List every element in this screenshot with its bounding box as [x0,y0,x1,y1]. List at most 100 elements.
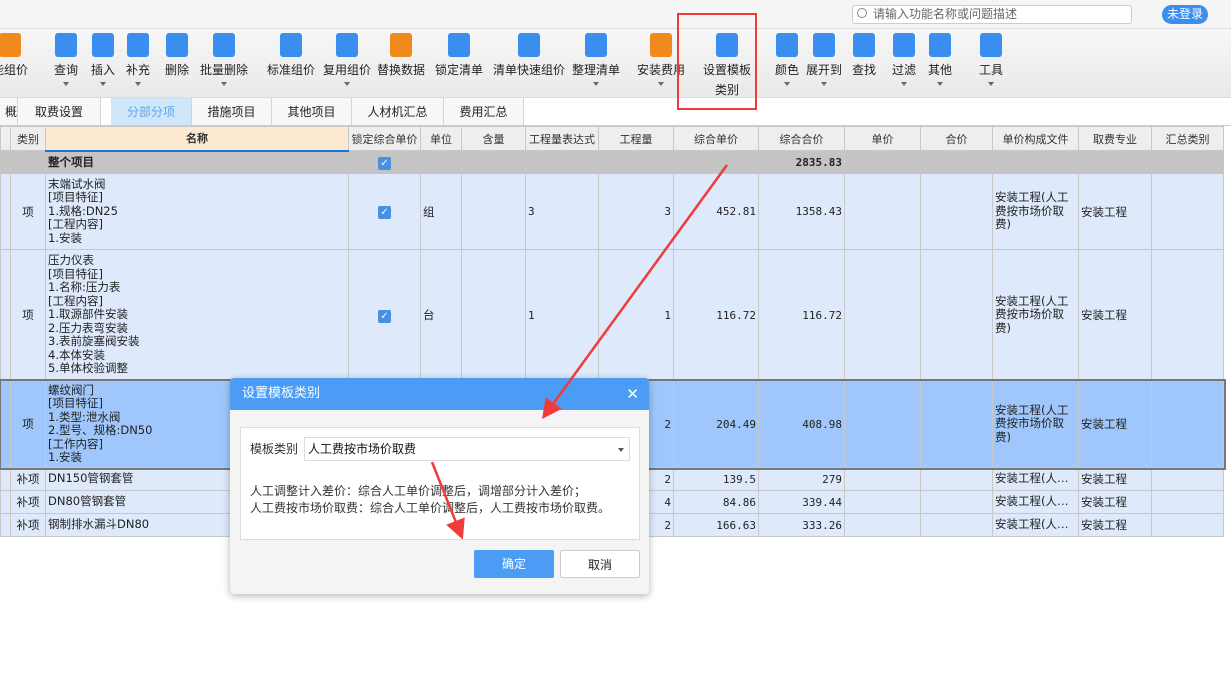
column-header[interactable]: 名称 [45,126,349,152]
lock-cell[interactable]: ✓ [348,173,421,250]
row-handle[interactable] [0,380,11,468]
summary-category-cell[interactable] [1151,173,1224,250]
dialog-description: 人工调整计入差价：综合人工单价调整后，调增部分计入差价； 人工费按市场价取费：综… [250,483,610,517]
summary-category-cell[interactable] [1151,380,1224,468]
toolbar-label: 补充 [125,63,151,77]
tab-2[interactable]: 分部分项 [111,98,192,125]
toolbar-button[interactable]: 替换数据 [377,33,425,78]
column-header[interactable]: 类别 [10,126,46,151]
column-header[interactable]: 综合单价 [673,126,759,151]
toolbar-button[interactable]: 删除 [165,33,189,78]
toolbar-button[interactable]: 工具 [979,33,1003,86]
price-file-cell[interactable]: 安装工程(人工费按市场价取费) [992,380,1079,468]
toolbar-button[interactable]: 插入 [91,33,115,86]
toolbar-button[interactable]: 复用组价 [323,33,371,86]
name-line: [工程内容] [48,217,103,232]
cancel-button[interactable]: 取消 [560,550,640,578]
name-line: [项目特征] [48,190,103,205]
row-handle[interactable] [0,467,11,491]
toolbar-button[interactable]: 过滤 [892,33,916,86]
toolbar-button[interactable]: 批量删除 [200,33,248,86]
tab-0[interactable]: 概况 [0,98,18,125]
column-header[interactable]: 工程量表达式 [525,126,599,151]
dropdown-caret-icon [820,82,827,86]
column-header[interactable]: 单位 [420,126,462,151]
column-header[interactable]: 综合合价 [758,126,845,151]
tab-6[interactable]: 费用汇总 [444,98,524,125]
summary-category-cell[interactable] [1151,490,1224,514]
toolbar-label: 锁定清单 [434,63,484,77]
column-header[interactable]: 含量 [461,126,526,151]
unit-cell[interactable]: 组 [420,173,462,250]
column-header[interactable]: 取费专业 [1078,126,1152,151]
row-handle[interactable] [0,490,11,514]
toolbar-button[interactable]: 清单快速组价 [493,33,565,78]
row-handle[interactable] [0,249,11,381]
function-search-input[interactable]: 请输入功能名称或问题描述 [852,5,1132,24]
lock-cell[interactable]: ✓ [348,249,421,381]
column-header[interactable]: 汇总类别 [1151,126,1224,151]
name-cell[interactable]: 压力仪表 [项目特征] 1.名称:压力表 [工程内容] 1.取源部件安装 2.压力表弯安装… [45,249,349,381]
table-row[interactable]: 项压力仪表 [项目特征] 1.名称:压力表 [工程内容] 1.取源部件安装 2.压力表弯安… [0,249,1224,381]
column-header[interactable]: 合价 [920,126,993,151]
table-row[interactable]: 项末端试水阀 [项目特征] 1.规格:DN25 [工程内容] 1.安装 ✓ 组 3 3 452.8… [0,173,1224,250]
row-handle[interactable] [0,150,11,174]
lock-checkbox[interactable]: ✓ [378,309,391,323]
template-category-select[interactable]: 人工费按市场价取费 [304,437,630,461]
toolbar-button[interactable]: 展开到 [806,33,842,86]
summary-category-cell[interactable] [1151,467,1224,491]
unit-cell[interactable]: 台 [420,249,462,381]
price-file-cell[interactable]: 安装工程(人… [992,467,1079,491]
fee-specialty-cell[interactable]: 安装工程 [1078,490,1152,514]
column-header[interactable]: 工程量 [598,126,674,151]
empty-cell [420,150,462,174]
lock-cell[interactable]: ✓ [348,150,421,174]
price-file-cell[interactable]: 安装工程(人… [992,513,1079,537]
toolbar-button[interactable]: 能组价 [0,33,28,78]
fee-specialty-cell[interactable]: 安装工程 [1078,380,1152,468]
summary-category-cell[interactable] [1151,513,1224,537]
content-cell[interactable] [461,249,526,381]
toolbar-button[interactable]: 标准组价 [267,33,315,78]
toolbar-button[interactable]: 其他 [928,33,952,86]
column-header[interactable]: 单价构成文件 [992,126,1079,151]
dropdown-caret-icon [592,82,599,86]
fee-specialty-cell[interactable]: 安装工程 [1078,467,1152,491]
tab-3[interactable]: 措施项目 [192,98,272,125]
tab-5[interactable]: 人材机汇总 [352,98,444,125]
price-file-cell[interactable]: 安装工程(人工费按市场价取费) [992,249,1079,381]
toolbar-button[interactable]: 补充 [126,33,150,86]
fee-specialty-cell[interactable]: 安装工程 [1078,249,1152,381]
toolbar-button[interactable]: 整理清单 [572,33,620,86]
name-cell[interactable]: 末端试水阀 [项目特征] 1.规格:DN25 [工程内容] 1.安装 [45,173,349,250]
close-icon[interactable]: ✕ [626,378,639,410]
expression-cell[interactable]: 3 [525,173,599,250]
name-line: [工程内容] [48,293,103,308]
lock-checkbox[interactable]: ✓ [378,156,391,170]
paint-bucket-icon [775,33,798,57]
price-file-cell[interactable]: 安装工程(人… [992,490,1079,514]
fee-specialty-cell[interactable]: 安装工程 [1078,513,1152,537]
fee-specialty-cell[interactable]: 安装工程 [1078,173,1152,250]
tab-4[interactable]: 其他项目 [272,98,352,125]
toolbar-button[interactable]: 颜色 [775,33,799,86]
column-header[interactable]: 单价 [844,126,921,151]
quantity-cell[interactable]: 3 [598,173,674,250]
toolbar-button[interactable]: 锁定清单 [435,33,483,78]
row-handle[interactable] [0,173,11,250]
toolbar-button[interactable]: 查询 [54,33,78,86]
content-cell[interactable] [461,173,526,250]
table-row-total[interactable]: 整个项目 ✓ 2835.83 [0,150,1224,174]
quantity-cell[interactable]: 1 [598,249,674,381]
toolbar-label: 批量删除 [199,63,249,77]
column-header[interactable]: 锁定综合单价 [348,126,421,151]
toolbar-button[interactable]: 查找 [852,33,876,78]
lock-checkbox[interactable]: ✓ [378,206,391,219]
summary-category-cell[interactable] [1151,249,1224,381]
price-file-cell[interactable]: 安装工程(人工费按市场价取费) [992,173,1079,250]
login-button[interactable]: 未登录 [1162,5,1208,24]
ok-button[interactable]: 确定 [474,550,554,578]
tab-1[interactable]: 取费设置 [18,98,101,125]
expression-cell[interactable]: 1 [525,249,599,381]
row-handle[interactable] [0,513,11,537]
